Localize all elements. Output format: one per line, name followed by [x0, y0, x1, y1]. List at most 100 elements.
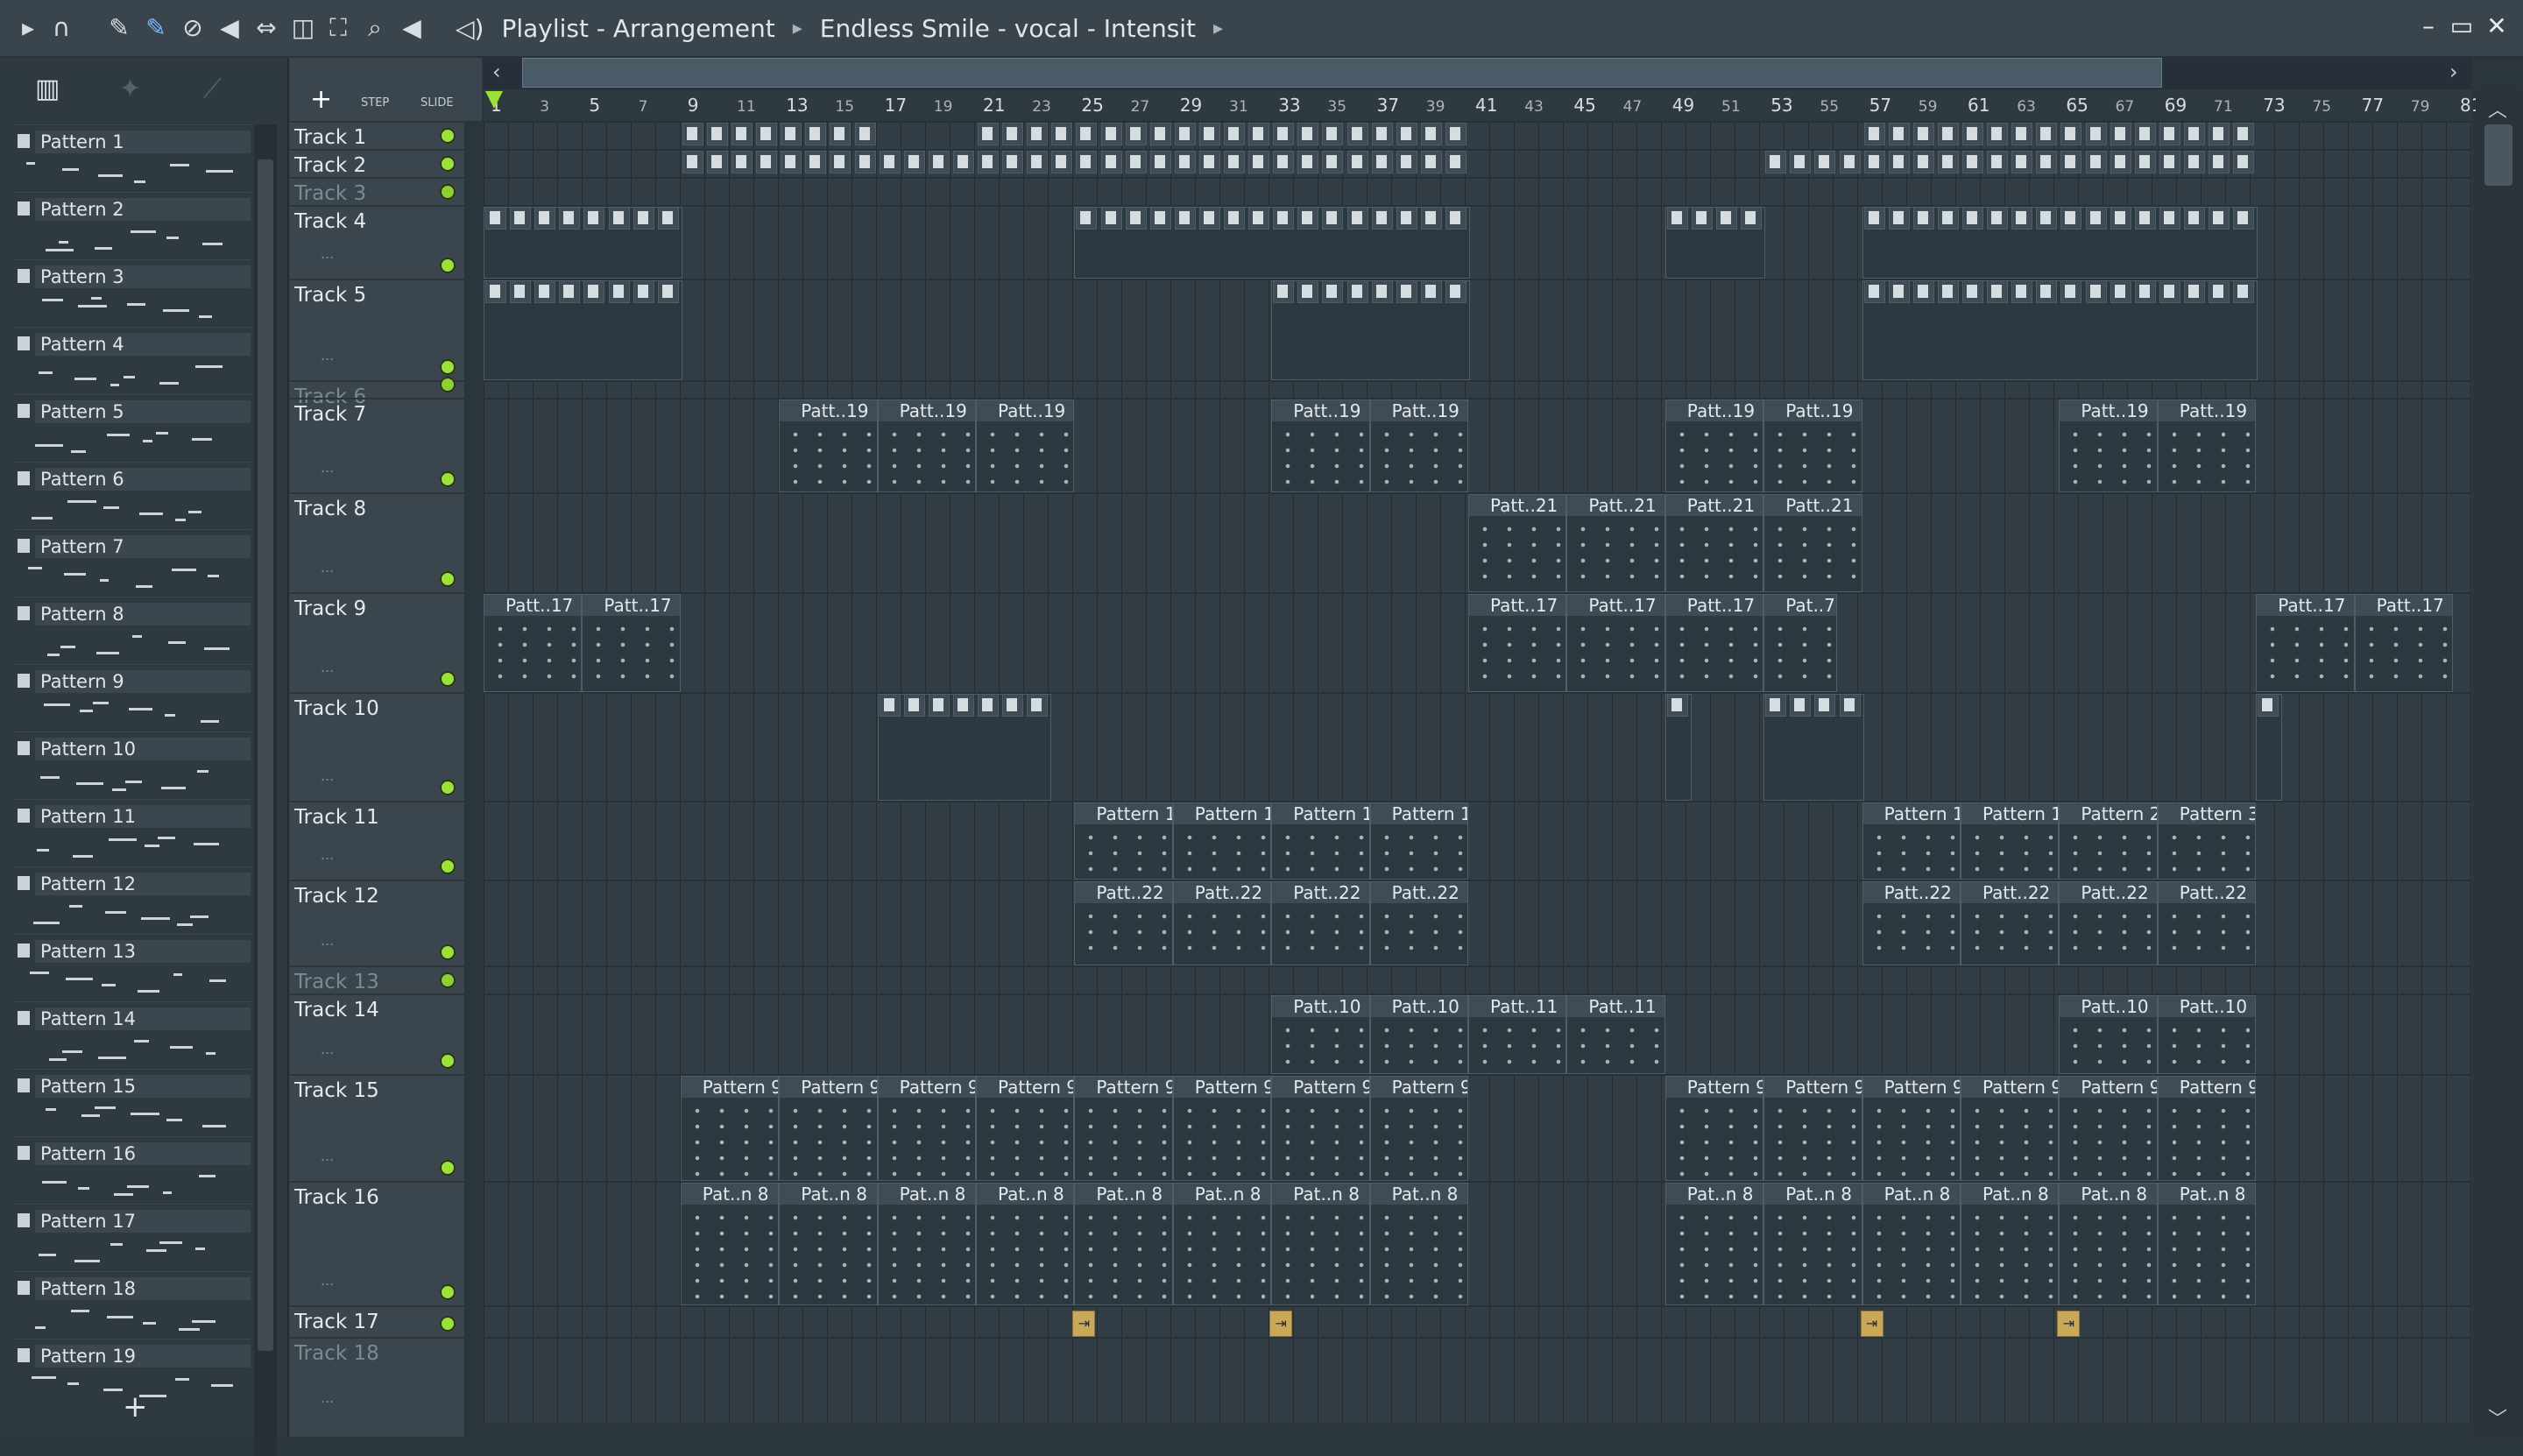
- clip-mini[interactable]: [1297, 123, 1319, 145]
- clip-mini[interactable]: [1445, 207, 1466, 230]
- track-header[interactable]: Track 9...: [289, 592, 464, 694]
- paint-brush-icon[interactable]: ✎: [140, 12, 172, 44]
- clip-mini[interactable]: [1027, 123, 1049, 145]
- pattern-clip[interactable]: Pat..n 8: [680, 1183, 780, 1305]
- clip-mini[interactable]: [2233, 123, 2255, 145]
- clip-mini[interactable]: [1002, 151, 1024, 173]
- pattern-clip[interactable]: Pattern 2: [2059, 802, 2158, 880]
- clip-mini[interactable]: [830, 123, 852, 145]
- track-enable-led[interactable]: [440, 258, 456, 273]
- pattern-clip[interactable]: Patt..22: [1862, 881, 1961, 965]
- pattern-list-item[interactable]: Pattern 7: [14, 529, 251, 597]
- track-enable-led[interactable]: [440, 1160, 456, 1176]
- track-header[interactable]: Track 18...: [289, 1337, 464, 1424]
- add-track-button[interactable]: +: [310, 84, 332, 115]
- clip-mini[interactable]: [1888, 151, 1910, 173]
- clip-mini[interactable]: [1420, 280, 1442, 303]
- pattern-clip[interactable]: Patt..19: [976, 399, 1075, 492]
- pattern-clip[interactable]: Pat..n 8: [976, 1183, 1075, 1305]
- pattern-clip[interactable]: Patt..17: [1566, 594, 1665, 692]
- pattern-clip[interactable]: Patt..19: [2157, 399, 2257, 492]
- magnet-icon[interactable]: ∩: [46, 12, 77, 44]
- pattern-clip[interactable]: Pat..n 8: [1763, 1183, 1862, 1305]
- step-label[interactable]: STEP: [361, 96, 389, 110]
- clip-mini[interactable]: [1322, 123, 1344, 145]
- clip-mini[interactable]: [2085, 151, 2107, 173]
- track-enable-led[interactable]: [440, 156, 456, 172]
- pattern-clip[interactable]: Pat..n 8: [1074, 1183, 1173, 1305]
- overview-scroller[interactable]: ‹ ›: [484, 58, 2472, 89]
- clip-mini[interactable]: [1987, 151, 2009, 173]
- maximize-button[interactable]: ▭: [2444, 9, 2479, 44]
- pattern-list-item[interactable]: Pattern 6: [14, 462, 251, 529]
- pattern-clip[interactable]: Pattern 3: [2157, 802, 2257, 880]
- clip-mini[interactable]: [1863, 280, 1885, 303]
- clip-mini[interactable]: [1371, 151, 1393, 173]
- clip-mini[interactable]: [2159, 151, 2180, 173]
- clip-mini[interactable]: [1888, 280, 1910, 303]
- clip-mini[interactable]: [1765, 694, 1787, 717]
- clip-mini[interactable]: [978, 123, 999, 145]
- vertical-scrollbar[interactable]: ︿ ﹀: [2476, 89, 2521, 1437]
- clip-mini[interactable]: [1224, 207, 1245, 230]
- clip-mini[interactable]: [1863, 151, 1885, 173]
- pattern-clip[interactable]: Pattern 9: [877, 1076, 976, 1181]
- clip-mini[interactable]: [731, 151, 753, 173]
- clip-mini[interactable]: [1273, 280, 1295, 303]
- pattern-list-item[interactable]: Pattern 12: [14, 866, 251, 934]
- clip-mini[interactable]: [2183, 280, 2205, 303]
- track-enable-led[interactable]: [440, 184, 456, 200]
- pencil-icon[interactable]: ✎: [103, 12, 135, 44]
- clip-mini[interactable]: [1371, 280, 1393, 303]
- clip-mini[interactable]: [781, 151, 802, 173]
- clip-mini[interactable]: [2183, 151, 2205, 173]
- clip-mini[interactable]: [1248, 207, 1270, 230]
- clip-mini[interactable]: [756, 123, 778, 145]
- clip-mini[interactable]: [1149, 123, 1171, 145]
- pattern-clip[interactable]: Pattern 9: [2157, 1076, 2257, 1181]
- clip-mini[interactable]: [1790, 694, 1812, 717]
- clip-mini[interactable]: [2060, 280, 2082, 303]
- pattern-clip[interactable]: Pattern 9: [2059, 1076, 2158, 1181]
- clip-mini[interactable]: [1420, 123, 1442, 145]
- clip-mini[interactable]: [1912, 151, 1934, 173]
- clip-mini[interactable]: [928, 694, 950, 717]
- clip-mini[interactable]: [2036, 151, 2058, 173]
- clip-mini[interactable]: [2085, 207, 2107, 230]
- pattern-clip[interactable]: Patt..19: [779, 399, 878, 492]
- pattern-clip[interactable]: Pat..n 8: [2059, 1183, 2158, 1305]
- clip-mini[interactable]: [2036, 280, 2058, 303]
- pattern-clip[interactable]: Pat..n 8: [1862, 1183, 1961, 1305]
- clip-mini[interactable]: [1248, 151, 1270, 173]
- clip-mini[interactable]: [2209, 280, 2230, 303]
- clip-mini[interactable]: [2085, 280, 2107, 303]
- pattern-clip[interactable]: Patt..17: [2354, 594, 2453, 692]
- audio-clip-icon[interactable]: ✦: [119, 74, 141, 104]
- clip-mini[interactable]: [1051, 151, 1073, 173]
- clip-mini[interactable]: [1248, 123, 1270, 145]
- pattern-clip[interactable]: Patt..11: [1468, 995, 1567, 1074]
- clip-mini[interactable]: [682, 151, 703, 173]
- pattern-clip[interactable]: Patt..10: [1271, 995, 1370, 1074]
- pattern-clip[interactable]: Pat..n 8: [1271, 1183, 1370, 1305]
- track-header[interactable]: Track 7...: [289, 398, 464, 494]
- pattern-clip[interactable]: Patt..22: [1961, 881, 2060, 965]
- clip-mini[interactable]: [978, 151, 999, 173]
- clip-mini[interactable]: [657, 280, 679, 303]
- clip-mini[interactable]: [2134, 123, 2156, 145]
- clip-mini[interactable]: [854, 123, 876, 145]
- clip-mini[interactable]: [1322, 280, 1344, 303]
- clip-mini[interactable]: [952, 694, 974, 717]
- select-icon[interactable]: ◫: [287, 12, 319, 44]
- clip-mini[interactable]: [485, 280, 506, 303]
- pattern-clip[interactable]: Pattern 1: [1369, 802, 1468, 880]
- clip-mini[interactable]: [1937, 280, 1959, 303]
- automation-icon[interactable]: ⟋: [203, 74, 222, 104]
- clip-mini[interactable]: [2060, 207, 2082, 230]
- clip-mini[interactable]: [2011, 123, 2033, 145]
- speaker-icon[interactable]: ◁): [456, 14, 484, 43]
- clip-mini[interactable]: [1396, 151, 1417, 173]
- pattern-clip[interactable]: Patt..17: [1468, 594, 1567, 692]
- clip-mini[interactable]: [2159, 207, 2180, 230]
- clip-mini[interactable]: [903, 694, 925, 717]
